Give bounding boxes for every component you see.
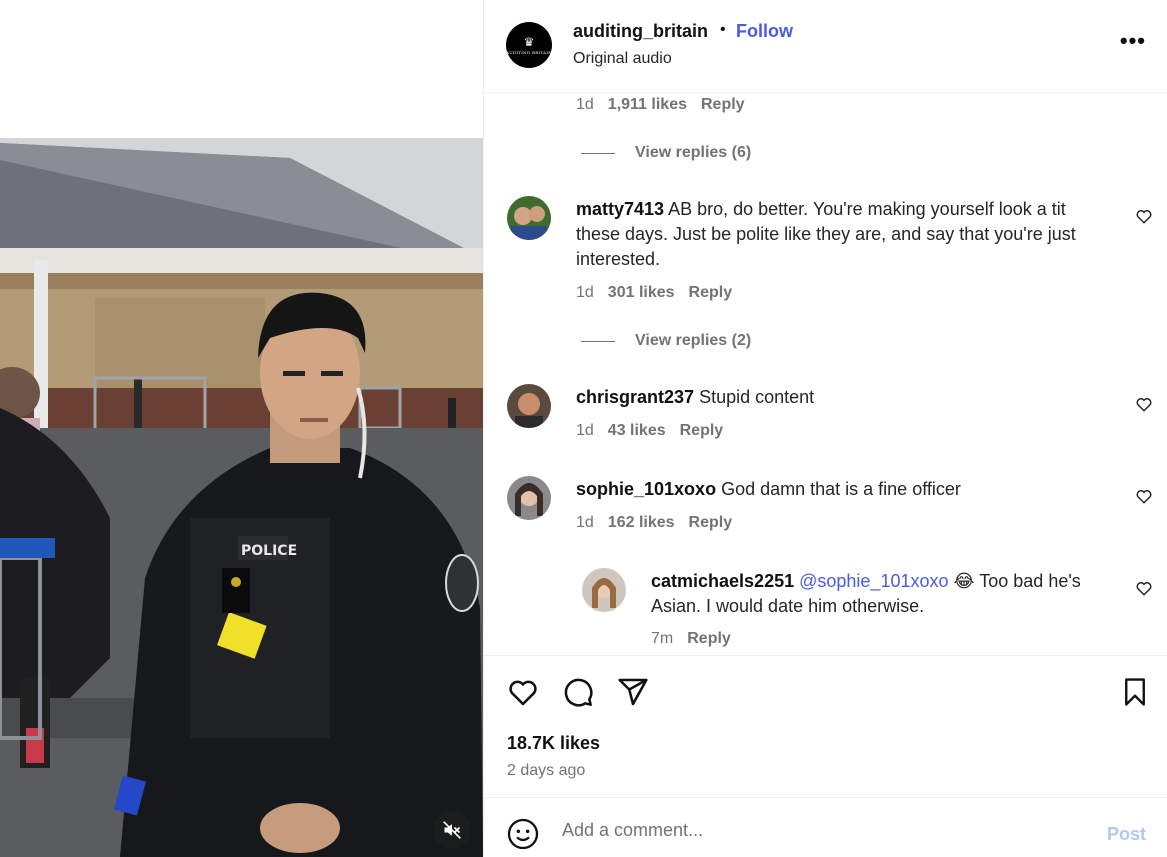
comment-time: 1d <box>576 514 594 531</box>
avatar-brand-text: AUDITING BRITAIN <box>506 49 553 55</box>
commenter-avatar[interactable] <box>507 384 551 428</box>
view-replies-button[interactable]: View replies (2) <box>581 332 751 350</box>
bookmark-icon[interactable] <box>1120 676 1150 708</box>
comment-username[interactable]: chrisgrant237 <box>576 387 694 407</box>
audio-label[interactable]: Original audio <box>573 50 672 68</box>
comment-body: matty7413 AB bro, do better. You're maki… <box>576 197 1106 272</box>
comment-time: 1d <box>576 284 594 301</box>
comment-meta: 1d 1,911 likes Reply <box>576 96 745 114</box>
comment-input[interactable] <box>562 816 1082 844</box>
video-scene: POLICE <box>0 138 483 857</box>
comment-meta: 1d 43 likes Reply <box>576 422 723 440</box>
reply-button[interactable]: Reply <box>689 284 733 302</box>
comment-body: sophie_101xoxo God damn that is a fine o… <box>576 477 1106 502</box>
reply-button[interactable]: Reply <box>701 96 745 114</box>
reply-mention[interactable]: @sophie_101xoxo <box>799 571 948 591</box>
like-count[interactable]: 18.7K likes <box>507 733 600 754</box>
author-username[interactable]: auditing_britain <box>573 21 708 42</box>
post-header: ♛ AUDITING BRITAIN auditing_britain • Fo… <box>484 0 1167 93</box>
reply-body: catmichaels2251 @sophie_101xoxo 😂 Too ba… <box>651 569 1111 619</box>
comment-likes[interactable]: 301 likes <box>608 284 675 302</box>
heart-icon[interactable] <box>1135 395 1153 413</box>
police-patch-text: POLICE <box>241 543 297 559</box>
comment-likes[interactable]: 162 likes <box>608 514 675 532</box>
commenter-avatar[interactable] <box>507 196 551 240</box>
post-actions: 18.7K likes 2 days ago <box>484 655 1167 797</box>
view-replies-button[interactable]: View replies (6) <box>581 144 751 162</box>
crown-icon: ♛ <box>523 34 535 49</box>
comment-text: Stupid content <box>699 387 815 407</box>
comments-list[interactable]: 1d 1,911 likes Reply View replies (6) ma… <box>484 94 1167 654</box>
comment-time: 1d <box>576 422 594 439</box>
video-frame[interactable]: POLICE <box>0 138 483 857</box>
laughing-emoji-icon: 😂 <box>953 571 975 591</box>
comment-meta: 1d 301 likes Reply <box>576 284 732 302</box>
avatar-image <box>507 384 551 428</box>
comment-username[interactable]: sophie_101xoxo <box>576 479 716 499</box>
share-icon[interactable] <box>617 676 649 708</box>
separator-dot: • <box>720 21 726 38</box>
reply-time: 7m <box>651 630 674 647</box>
author-avatar[interactable]: ♛ AUDITING BRITAIN <box>506 22 552 68</box>
reply-button[interactable]: Reply <box>680 422 724 440</box>
reply-meta: 7m Reply <box>651 630 731 648</box>
divider-line <box>581 152 615 154</box>
commenter-avatar[interactable] <box>507 476 551 520</box>
comment-composer: Post <box>484 797 1167 857</box>
post-date: 2 days ago <box>507 762 586 779</box>
view-replies-label: View replies (6) <box>635 144 752 161</box>
comment-likes[interactable]: 43 likes <box>608 422 666 440</box>
emoji-icon[interactable] <box>507 818 539 850</box>
comment-likes[interactable]: 1,911 likes <box>608 96 687 114</box>
divider-line <box>581 340 615 342</box>
avatar-image <box>507 476 551 520</box>
post-panel: ♛ AUDITING BRITAIN auditing_britain • Fo… <box>483 0 1167 857</box>
heart-icon[interactable] <box>1135 579 1153 597</box>
follow-button[interactable]: Follow <box>736 21 793 42</box>
heart-icon[interactable] <box>1135 207 1153 225</box>
comment-icon[interactable] <box>562 676 594 708</box>
view-replies-label: View replies (2) <box>635 332 752 349</box>
comment-meta: 1d 162 likes Reply <box>576 514 732 532</box>
comment-username[interactable]: matty7413 <box>576 199 664 219</box>
reply-button[interactable]: Reply <box>689 514 733 532</box>
like-icon[interactable] <box>506 676 540 708</box>
comment-body: chrisgrant237 Stupid content <box>576 385 1106 410</box>
video-area: POLICE <box>0 0 483 857</box>
reply-button[interactable]: Reply <box>687 630 731 648</box>
post-button[interactable]: Post <box>1107 824 1146 845</box>
comment-text: God damn that is a fine officer <box>721 479 961 499</box>
mute-button[interactable] <box>433 811 471 849</box>
heart-icon[interactable] <box>1135 487 1153 505</box>
reply-avatar[interactable] <box>582 568 626 612</box>
more-options-icon[interactable]: ••• <box>1120 28 1146 54</box>
avatar-image <box>507 196 551 240</box>
reply-username[interactable]: catmichaels2251 <box>651 571 794 591</box>
volume-muted-icon <box>443 821 461 839</box>
comment-time: 1d <box>576 96 594 113</box>
avatar-image <box>582 568 626 612</box>
